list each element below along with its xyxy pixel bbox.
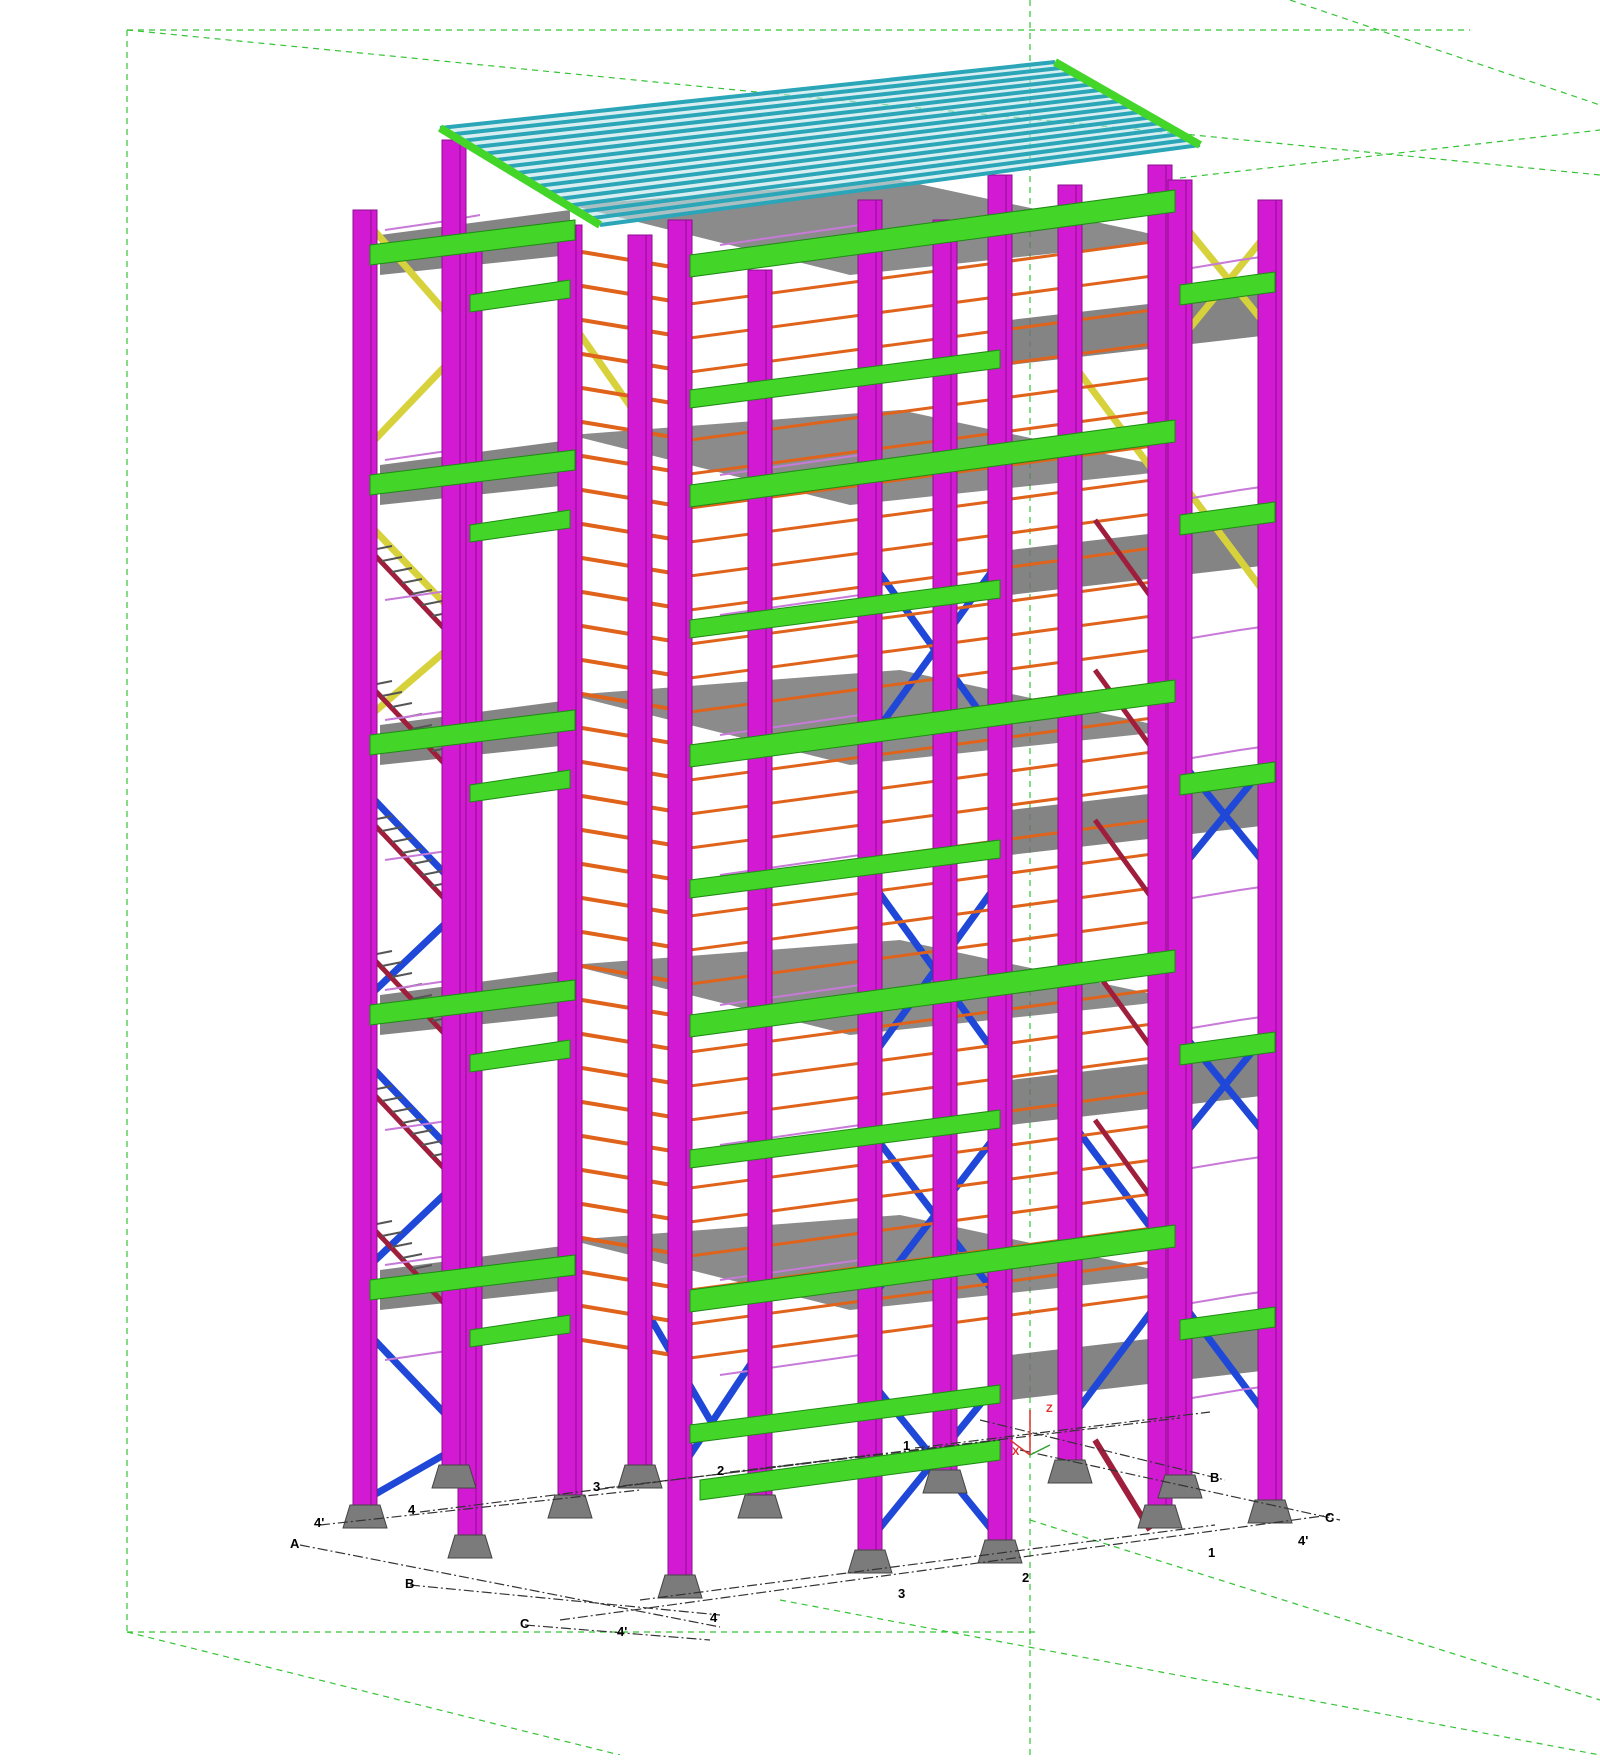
work-area-edge bbox=[1179, 129, 1600, 179]
work-area-edge bbox=[1289, 0, 1600, 106]
main-beams[interactable] bbox=[369, 189, 1276, 1501]
axis-indicator: Z X bbox=[1009, 1403, 1053, 1458]
grid-label-front-4p: 4' bbox=[617, 1624, 627, 1639]
grid-label-front-3: 3 bbox=[898, 1586, 905, 1601]
handrail bbox=[719, 1354, 861, 1376]
stair-tread bbox=[391, 702, 413, 708]
grid-label-right-C: C bbox=[1325, 1510, 1335, 1525]
stair-tread bbox=[401, 1253, 423, 1259]
grid-label-left-A: A bbox=[290, 1536, 300, 1551]
model-viewport[interactable]: A B C 4' 4 3 2 1 B C 4' 4 3 2 1 4' Z X bbox=[0, 0, 1600, 1756]
brace bbox=[1066, 1116, 1164, 1244]
footing-pedestal bbox=[1157, 1474, 1203, 1499]
footing-pedestal bbox=[447, 1534, 493, 1559]
grid-label-left-4: 4 bbox=[408, 1502, 416, 1517]
grid-label-front-1: 1 bbox=[1208, 1545, 1215, 1560]
steel-column bbox=[557, 224, 583, 1501]
main-beam bbox=[469, 769, 571, 803]
footing-pedestal bbox=[431, 1464, 477, 1489]
grid-label-left-C: C bbox=[520, 1616, 530, 1631]
steel-column bbox=[352, 209, 378, 1511]
axis-x-label: X bbox=[1012, 1446, 1020, 1458]
work-area-edge bbox=[1029, 1519, 1600, 1701]
axis-z-label: Z bbox=[1046, 1403, 1053, 1415]
grid-label-left-1: 1 bbox=[903, 1438, 910, 1453]
steel-column bbox=[667, 219, 693, 1581]
main-beam bbox=[469, 1314, 571, 1348]
grid-line bbox=[299, 1544, 721, 1628]
footing-pedestal bbox=[922, 1469, 968, 1494]
grid-label-front-4: 4 bbox=[710, 1610, 718, 1625]
footing-pedestal bbox=[342, 1504, 388, 1529]
steel-column bbox=[857, 199, 883, 1556]
footing-pedestal bbox=[1137, 1504, 1183, 1529]
steel-column bbox=[1057, 184, 1083, 1466]
stair-tread bbox=[421, 600, 443, 606]
grid-label-front-4p-right: 4' bbox=[1298, 1533, 1308, 1548]
grid-label-left-4p: 4' bbox=[314, 1515, 324, 1530]
grid-line bbox=[639, 1524, 1216, 1601]
grid-label-right-B: B bbox=[1210, 1470, 1219, 1485]
footing-pedestal bbox=[547, 1494, 593, 1519]
footing-pedestal bbox=[1247, 1499, 1293, 1524]
stair-tread bbox=[421, 1140, 443, 1146]
work-area-edge bbox=[779, 1599, 1600, 1756]
footing-pedestal bbox=[1047, 1459, 1093, 1484]
grid-label-left-3: 3 bbox=[593, 1479, 600, 1494]
deck-plate bbox=[1010, 290, 1270, 365]
main-beam bbox=[469, 1039, 571, 1073]
grid-label-left-B: B bbox=[405, 1576, 414, 1591]
stair-tread bbox=[421, 870, 443, 876]
structure-3d-model[interactable]: A B C 4' 4 3 2 1 B C 4' 4 3 2 1 4' Z X bbox=[0, 0, 1600, 1756]
steel-column bbox=[627, 234, 653, 1471]
footing-pedestal bbox=[737, 1494, 783, 1519]
steel-column bbox=[1167, 179, 1193, 1481]
grid-label-left-2: 2 bbox=[717, 1463, 724, 1478]
main-beam bbox=[469, 279, 571, 313]
steel-column bbox=[987, 174, 1013, 1546]
main-beam bbox=[469, 509, 571, 543]
work-area-edge bbox=[126, 1631, 621, 1756]
footing-pedestal bbox=[847, 1549, 893, 1574]
grid-label-front-2: 2 bbox=[1022, 1570, 1029, 1585]
